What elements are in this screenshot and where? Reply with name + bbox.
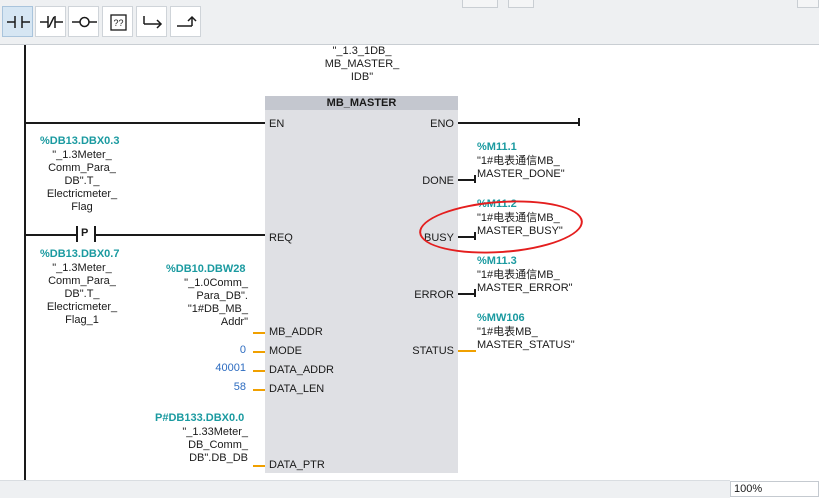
data-ptr-pin[interactable]: DATA_PTR [269,459,325,471]
eno-pin[interactable]: ENO [430,118,454,130]
window-control-tab[interactable] [797,0,819,8]
power-rail [24,45,26,481]
window-control-tab[interactable] [508,0,534,8]
svg-text:??: ?? [113,18,123,28]
coil-icon[interactable] [68,6,99,37]
error-symbol[interactable]: "1#电表通信MB_ MASTER_ERROR" [477,269,573,295]
instance-db-symbol[interactable]: "_1.3_1DB_ MB_MASTER_ IDB" [310,45,414,84]
data-len-wire [253,389,265,391]
close-branch-icon[interactable] [170,6,201,37]
mb-addr-wire [253,332,265,334]
done-pin[interactable]: DONE [422,175,454,187]
window-control-tab[interactable] [462,0,498,8]
contact2-symbol[interactable]: "_1.3Meter_ Comm_Para_ DB".T_ Electricme… [30,262,134,327]
zoom-level[interactable]: 100% [730,481,819,497]
positive-edge-contact[interactable]: P [76,226,96,242]
data-addr-wire [253,370,265,372]
normally-closed-contact-icon[interactable] [35,6,66,37]
en-wire [26,122,265,124]
normally-open-contact-icon[interactable] [2,6,33,37]
contact1-address[interactable]: %DB13.DBX0.3 [40,135,119,147]
block-title: MB_MASTER [326,97,397,109]
mb-addr-pin[interactable]: MB_ADDR [269,326,323,338]
mode-value[interactable]: 0 [200,344,246,356]
contact2-address[interactable]: %DB13.DBX0.7 [40,248,119,260]
data-addr-pin[interactable]: DATA_ADDR [269,364,334,376]
open-branch-icon[interactable] [136,6,167,37]
contact1-symbol[interactable]: "_1.3Meter_ Comm_Para_ DB".T_ Electricme… [30,149,134,214]
horizontal-scrollbar[interactable] [0,480,730,498]
done-address[interactable]: %M11.1 [477,141,517,153]
data-ptr-symbol[interactable]: "_1.33Meter_ DB_Comm_ DB".DB_DB [146,426,248,465]
done-symbol[interactable]: "1#电表通信MB_ MASTER_DONE" [477,155,565,181]
ladder-network: P MB_MASTER EN ENO DONE REQ BUSY ERROR M… [0,45,819,497]
req-wire-right [96,234,265,236]
data-len-pin[interactable]: DATA_LEN [269,383,324,395]
mb-addr-symbol[interactable]: "_1.0Comm_ Para_DB". "1#DB_MB_ Addr" [148,277,248,329]
data-ptr-wire [253,465,265,467]
data-addr-value[interactable]: 40001 [200,362,246,374]
req-pin[interactable]: REQ [269,232,293,244]
status-pin[interactable]: STATUS [412,345,454,357]
mode-wire [253,351,265,353]
error-address[interactable]: %M11.3 [477,255,517,267]
empty-box-icon[interactable]: ?? [102,6,133,37]
req-wire-left [26,234,76,236]
data-ptr-address[interactable]: P#DB133.DBX0.0 [155,412,244,424]
ladder-toolbar: ?? [0,0,819,45]
en-pin[interactable]: EN [269,118,284,130]
done-wire-end [474,175,476,183]
mb-master-block[interactable]: MB_MASTER EN ENO DONE REQ BUSY ERROR MB_… [265,96,458,473]
data-len-value[interactable]: 58 [200,381,246,393]
eno-wire-end [578,118,580,126]
error-pin[interactable]: ERROR [414,289,454,301]
status-wire [458,350,476,352]
status-symbol[interactable]: "1#电表MB_ MASTER_STATUS" [477,326,575,352]
mb-addr-address[interactable]: %DB10.DBW28 [166,263,245,275]
error-wire-end [474,289,476,297]
mode-pin[interactable]: MODE [269,345,302,357]
status-address[interactable]: %MW106 [477,312,525,324]
eno-wire [458,122,580,124]
